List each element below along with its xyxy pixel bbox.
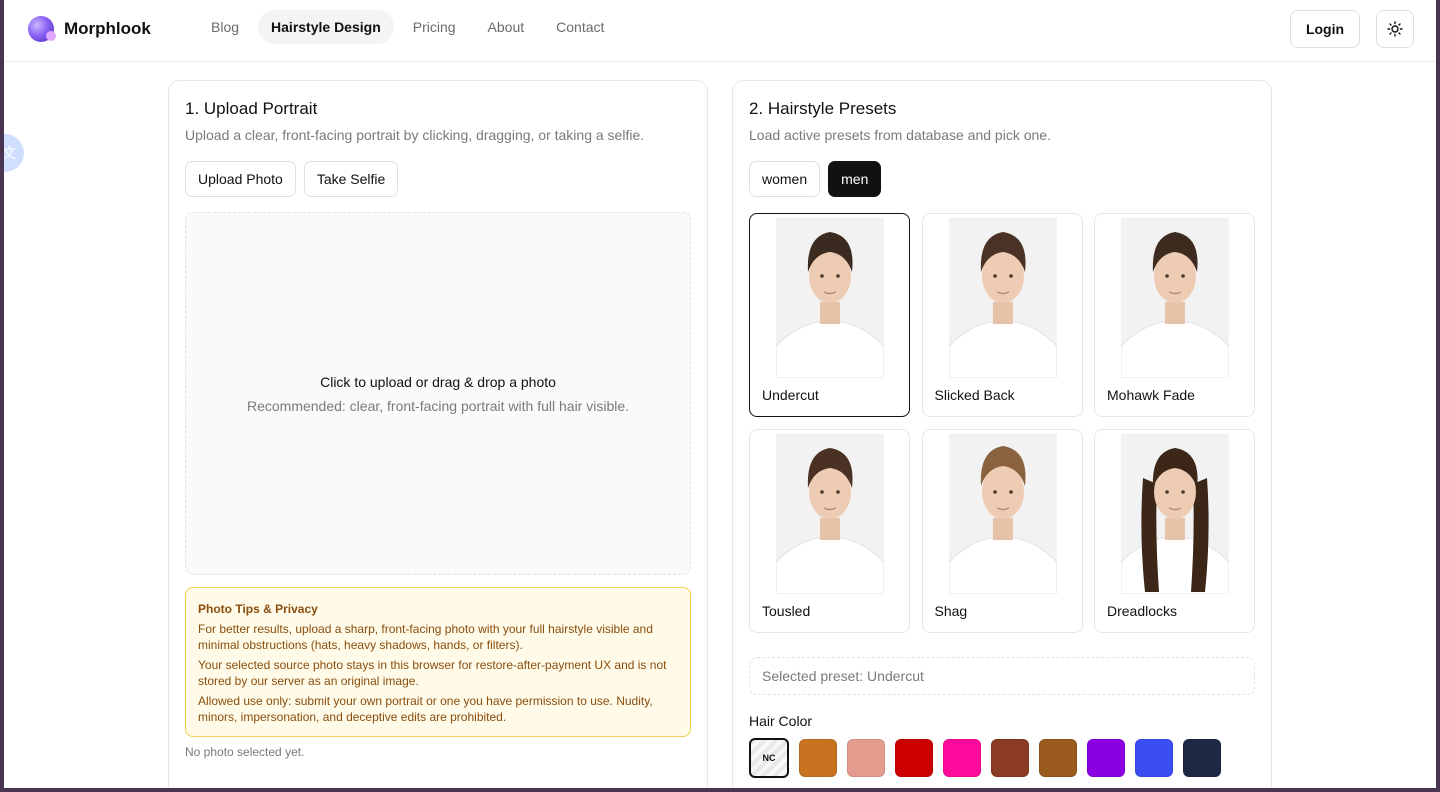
presets-title: 2. Hairstyle Presets: [749, 99, 897, 118]
tip-text: Your selected source photo stays in this…: [198, 658, 667, 688]
upload-subtitle: Upload a clear, front-facing portrait by…: [185, 127, 645, 143]
nav-pricing[interactable]: Pricing: [400, 10, 469, 44]
hair-color-swatch[interactable]: [895, 739, 933, 777]
portrait-image: [948, 434, 1057, 594]
preset-card[interactable]: Slicked Back: [921, 213, 1083, 417]
preset-card[interactable]: Tousled: [749, 429, 910, 633]
no-color-swatch[interactable]: NC: [749, 738, 789, 778]
portrait-image: [1121, 218, 1229, 378]
upload-card: 1. Upload Portrait Upload a clear, front…: [168, 80, 708, 788]
presets-subtitle: Load active presets from database and pi…: [749, 127, 1051, 143]
preset-thumbnail: [1121, 218, 1229, 378]
hair-color-swatch[interactable]: [1183, 739, 1221, 777]
preset-thumbnail: [776, 434, 884, 594]
photo-dropzone[interactable]: Click to upload or drag & drop a photo R…: [185, 212, 691, 575]
tab-men[interactable]: men: [828, 161, 882, 197]
preset-card[interactable]: Undercut: [749, 213, 910, 417]
upload-photo-button[interactable]: Upload Photo: [185, 161, 296, 197]
hair-color-swatches: NC: [749, 738, 1221, 778]
portrait-image: [776, 218, 884, 378]
dropzone-sub-text: Recommended: clear, front-facing portrai…: [246, 397, 630, 414]
preset-card[interactable]: Mohawk Fade: [1094, 213, 1255, 417]
portrait-image: [776, 434, 884, 594]
hair-color-swatch[interactable]: [847, 739, 885, 777]
hair-color-swatch[interactable]: [1087, 739, 1125, 777]
preset-label: Undercut: [762, 387, 819, 403]
brand[interactable]: Morphlook: [28, 16, 151, 42]
tip-text: For better results, upload a sharp, fron…: [198, 622, 653, 652]
main-nav: Blog Hairstyle Design Pricing About Cont…: [198, 10, 617, 44]
preset-label: Shag: [934, 603, 968, 619]
preset-label: Dreadlocks: [1107, 603, 1178, 619]
nav-contact[interactable]: Contact: [543, 10, 617, 44]
hair-color-title: Hair Color: [749, 713, 813, 729]
preset-card[interactable]: Shag: [921, 429, 1083, 633]
gender-tabs: women men: [749, 161, 882, 197]
translate-icon[interactable]: 文: [4, 134, 24, 172]
portrait-image: [948, 218, 1057, 378]
morphlook-logo-icon: [28, 16, 56, 42]
preset-thumbnail: [948, 434, 1057, 594]
brand-name: Morphlook: [64, 19, 151, 38]
nav-blog[interactable]: Blog: [198, 10, 252, 44]
photo-tips-box: Photo Tips & Privacy For better results,…: [185, 587, 691, 737]
upload-actions: Upload Photo Take Selfie: [185, 161, 399, 197]
browser-window: Morphlook Blog Hairstyle Design Pricing …: [4, 0, 1436, 788]
login-button[interactable]: Login: [1290, 10, 1360, 48]
preset-thumbnail: [776, 218, 884, 378]
upload-status: No photo selected yet.: [185, 745, 305, 759]
preset-thumbnail: [948, 218, 1057, 378]
preset-label: Tousled: [762, 603, 811, 619]
hair-color-swatch[interactable]: [1135, 739, 1173, 777]
site-header: Morphlook Blog Hairstyle Design Pricing …: [4, 0, 1436, 62]
preset-label: Mohawk Fade: [1107, 387, 1195, 403]
theme-toggle-button[interactable]: [1376, 10, 1414, 48]
preset-thumbnail: [1121, 434, 1229, 594]
hair-color-swatch[interactable]: [1039, 739, 1077, 777]
hair-color-swatch[interactable]: [799, 739, 837, 777]
selected-preset: Selected preset: Undercut: [749, 657, 1255, 695]
sun-icon: [1387, 21, 1403, 37]
preset-label: Slicked Back: [934, 387, 1015, 403]
nav-about[interactable]: About: [475, 10, 538, 44]
preset-card[interactable]: Dreadlocks: [1094, 429, 1255, 633]
dropzone-main-text: Click to upload or drag & drop a photo: [320, 373, 556, 390]
tips-title: Photo Tips & Privacy: [198, 602, 318, 616]
upload-title: 1. Upload Portrait: [185, 99, 318, 118]
tab-women[interactable]: women: [749, 161, 821, 197]
hair-color-swatch[interactable]: [943, 739, 981, 777]
take-selfie-button[interactable]: Take Selfie: [303, 161, 399, 197]
hair-color-swatch[interactable]: [991, 739, 1029, 777]
portrait-image: [1121, 434, 1229, 594]
nav-hairstyle-design[interactable]: Hairstyle Design: [258, 10, 394, 44]
tip-text: Allowed use only: submit your own portra…: [198, 694, 653, 724]
presets-card: 2. Hairstyle Presets Load active presets…: [732, 80, 1272, 788]
